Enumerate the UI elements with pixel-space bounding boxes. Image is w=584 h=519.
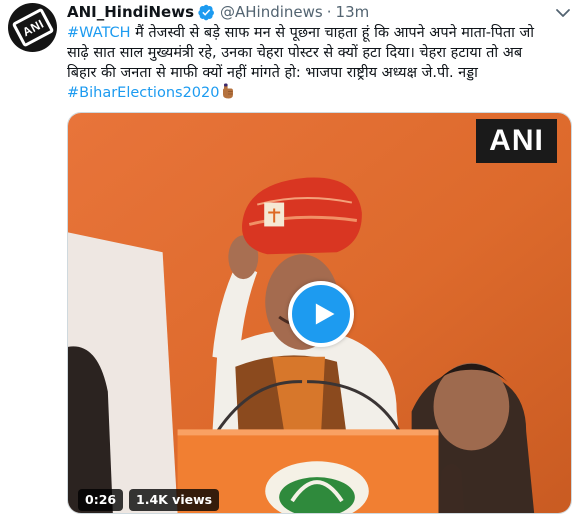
video-player[interactable]: ANI 0:26 1.4K views	[67, 112, 572, 514]
avatar[interactable]: ANI	[8, 3, 57, 52]
header-separator: ·	[326, 3, 332, 21]
author-handle[interactable]: @AHindinews	[220, 3, 323, 21]
tweet-card[interactable]: ANI ANI_HindiNews @AHindinews · 13m #WAT…	[0, 0, 584, 519]
voting-finger-emoji	[223, 83, 234, 99]
play-button[interactable]	[288, 281, 354, 347]
hashtag-link[interactable]: #BiharElections2020	[67, 85, 219, 101]
video-view-count: 1.4K views	[129, 489, 220, 511]
video-duration: 0:26	[78, 489, 124, 511]
hashtag-link[interactable]: #WATCH	[67, 25, 131, 41]
tweet-text-line: साढ़े सात साल मुख्यमंत्री रहे, उनका चेहर…	[67, 43, 567, 63]
tweet-text-line: #WATCH मैं तेजस्वी से बड़े साफ मन से पूछ…	[67, 23, 567, 43]
tweet-text-segment: साढ़े सात साल मुख्यमंत्री रहे, उनका चेहर…	[67, 45, 523, 61]
verified-badge-icon	[198, 4, 214, 20]
tweet-text-line: बिहार की जनता से माफी क्यों नहीं मांगते …	[67, 63, 567, 83]
tweet-text: #WATCH मैं तेजस्वी से बड़े साफ मन से पूछ…	[67, 23, 567, 103]
play-icon	[315, 303, 334, 325]
tweet-text-segment: मैं तेजस्वी से बड़े साफ मन से पूछना चाहत…	[130, 25, 535, 41]
author-name[interactable]: ANI_HindiNews	[67, 3, 194, 21]
ani-watermark: ANI	[476, 119, 557, 163]
avatar-logo-text: ANI	[19, 16, 46, 39]
tweet-text-line: #BiharElections2020	[67, 83, 567, 103]
chevron-down-icon[interactable]	[554, 6, 572, 20]
ani-avatar-logo: ANI	[11, 7, 54, 48]
tweet-text-segment: बिहार की जनता से माफी क्यों नहीं मांगते …	[67, 65, 478, 81]
tweet-header: ANI_HindiNews @AHindinews · 13m	[67, 2, 369, 22]
tweet-timestamp[interactable]: 13m	[336, 3, 370, 21]
